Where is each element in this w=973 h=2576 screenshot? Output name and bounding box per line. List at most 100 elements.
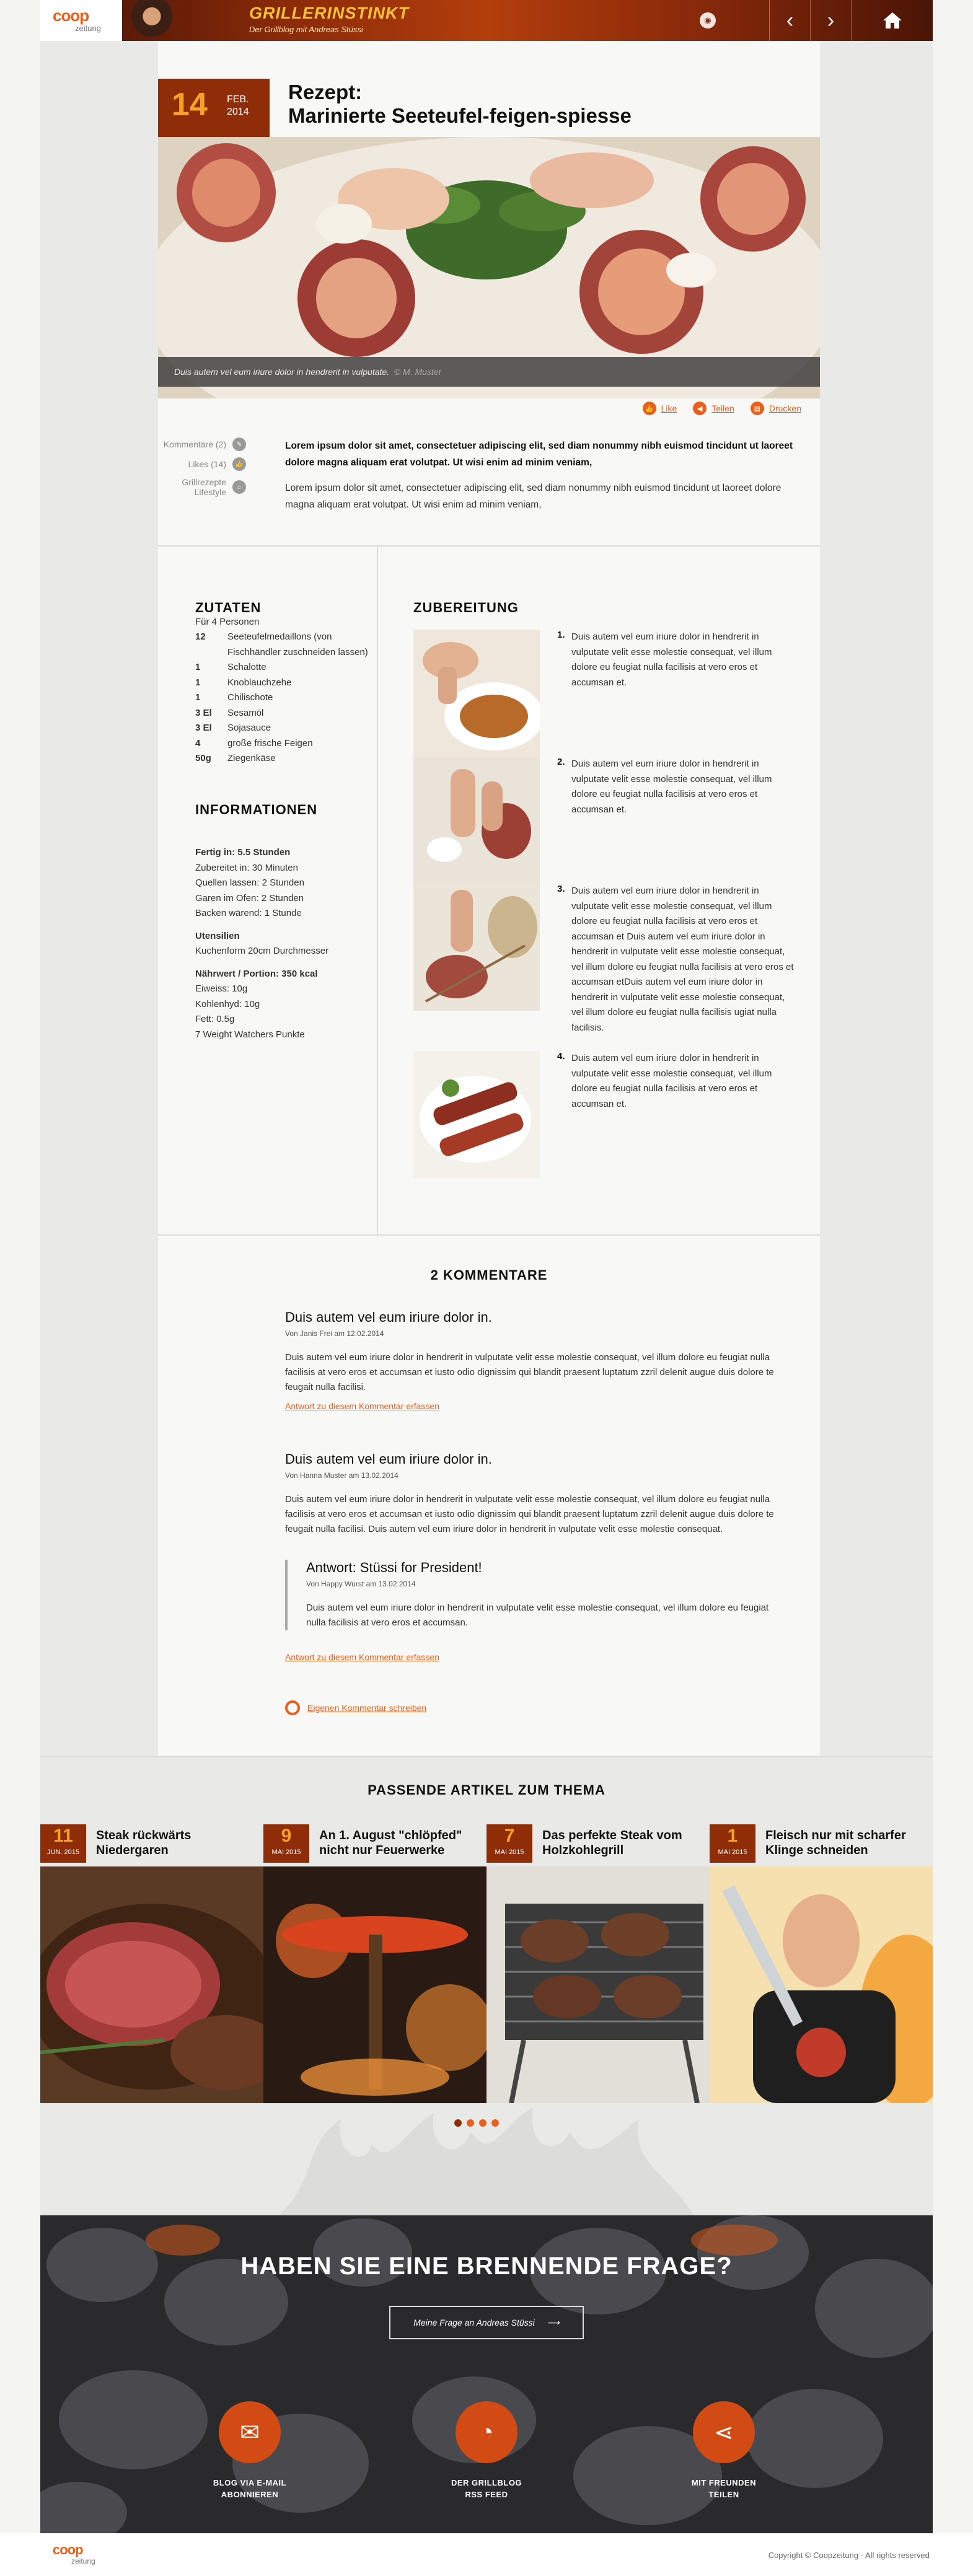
date-day: 14 (172, 87, 208, 123)
comment-author: Von Janis Frei am 12.02.2014 (285, 1329, 384, 1338)
home-button[interactable] (851, 0, 933, 41)
step-number: 4. (557, 1051, 565, 1062)
related-article[interactable]: 1 MAI 2015 Fleisch nur mit scharfer Kling… (710, 1824, 933, 2103)
servings: Für 4 Personen (195, 617, 260, 627)
step-image (413, 630, 540, 757)
nutrition-row: Fett: 0.5g (195, 1014, 235, 1024)
article-body: Lorem ipsum dolor sit amet, consectetuer… (285, 483, 781, 510)
write-comment-button[interactable]: Eigenen Kommentar schreiben (285, 1700, 426, 1715)
comment-reply: Antwort: Stüssi for President! Von Happy… (285, 1560, 781, 1630)
tools-text: Kuchenform 20cm Durchmesser (195, 946, 329, 956)
reply-author: Von Happy Wurst am 13.02.2014 (306, 1580, 416, 1588)
list-item: 3 El Sesamöl (195, 707, 264, 718)
related-article[interactable]: 7 MAI 2015 Das perfekte Steak vom Holzkoh… (486, 1824, 710, 2103)
blog-title[interactable]: GRILLERINSTINKT (249, 4, 409, 23)
step-text: Duis autem vel eum iriure dolor in hendr… (571, 758, 772, 815)
prev-button[interactable]: ‹ (769, 0, 810, 41)
related-date: 7 MAI 2015 (486, 1824, 532, 1863)
preparation-heading: ZUBEREITUNG (413, 600, 519, 615)
date-month-year: FEB. 2014 (227, 94, 249, 117)
subscribe-email-link[interactable]: ✉ BLOG VIA E-MAIL ABONNIEREN (188, 2401, 312, 2500)
comments-count-link[interactable]: Kommentare (2) ✎ (164, 437, 246, 451)
print-button[interactable]: ▤ Drucken (750, 402, 801, 415)
step-number: 3. (557, 884, 565, 894)
related-title[interactable]: Das perfekte Steak vom Holzkohlegrill (542, 1828, 710, 1858)
footer-logo[interactable]: coop (53, 2542, 84, 2558)
list-item: 4 große frische Feigen (195, 737, 313, 749)
divider (40, 1756, 933, 1757)
related-article[interactable]: 11 JUN. 2015 Steak rückwärts Niedergaren (40, 1824, 263, 2103)
circle-icon (285, 1700, 300, 1715)
article-actions: 👍 Like ◀ Teilen ▤ Drucken (642, 402, 801, 415)
arrow-right-icon: ⟶ (547, 2317, 560, 2328)
divider (158, 1234, 820, 1236)
flame-icon[interactable]: ◉ (700, 12, 716, 29)
list-item: 50g Ziegenkäse (195, 753, 276, 763)
likes-count[interactable]: Likes (14) 👍 (164, 457, 246, 471)
nutrition-row: Kohlenhyd: 10g (195, 998, 260, 1009)
question-section: HABEN SIE EINE BRENNENDE FRAGE? Meine Fr… (40, 2215, 933, 2533)
step-text: Duis autem vel eum iriure dolor in hendr… (571, 886, 794, 1033)
nutrition-row: 7 Weight Watchers Punkte (195, 1029, 305, 1040)
coop-logo[interactable]: coop zeitung (40, 0, 122, 41)
time-row: Quellen lassen: 2 Stunden (195, 877, 304, 888)
time-row: Backen wärend: 1 Stunde (195, 908, 302, 918)
mail-icon: ✉ (219, 2401, 281, 2463)
rss-feed-link[interactable]: ◔ DER GRILLBLOG RSS FEED (425, 2401, 548, 2500)
information-heading: INFORMATIONEN (195, 802, 318, 817)
reply-link[interactable]: Antwort zu diesem Kommentar erfassen (285, 1652, 439, 1662)
comment: Duis autem vel eum iriure dolor in. Von … (285, 1309, 781, 1411)
related-title[interactable]: Steak rückwärts Niedergaren (96, 1828, 263, 1858)
list-item: 3 El Sojasauce (195, 723, 271, 733)
related-image (263, 1866, 486, 2103)
related-image (40, 1866, 263, 2103)
list-item: 1 Knoblauchzehe (195, 677, 292, 688)
top-bar: coop zeitung GRILLERINSTINKT Der Grillbl… (0, 0, 973, 41)
thumbs-up-icon: 👍 (232, 457, 246, 471)
logo-subtext: zeitung (75, 24, 101, 33)
nutrition-heading: Nährwert / Portion: 350 kcal (195, 968, 318, 979)
category-tags[interactable]: Grillrezepte Lifestyle ⌂ (164, 477, 246, 497)
share-icon: ⋖ (693, 2401, 755, 2463)
home-icon (883, 12, 902, 29)
comment-text: Duis autem vel eum iriure dolor in hendr… (285, 1352, 774, 1392)
print-icon: ▤ (750, 402, 764, 415)
list-item: 1 Chilischote (195, 692, 273, 703)
footer-logo-subtext: zeitung (71, 2557, 95, 2565)
related-title[interactable]: An 1. August "chlöpfed" nicht nur Feuerw… (319, 1828, 486, 1858)
related-heading: PASSENDE ARTIKEL ZUM THEMA (368, 1782, 605, 1798)
share-friends-link[interactable]: ⋖ MIT FREUNDEN TEILEN (662, 2401, 786, 2500)
comment-text: Duis autem vel eum iriure dolor in hendr… (285, 1494, 774, 1534)
information-block: Fertig in: 5.5 Stunden Zubereitet in: 30… (195, 845, 369, 1042)
related-image (486, 1866, 710, 2103)
article-card: 14 FEB. 2014 Rezept: Marinierte Seeteufel-… (158, 41, 820, 1756)
time-row: Zubereitet in: 30 Minuten (195, 862, 298, 873)
step-number: 2. (557, 757, 565, 767)
article-meta: Kommentare (2) ✎ Likes (14) 👍 Grillrezepte… (164, 437, 246, 503)
step-image (413, 884, 540, 1011)
reply-link[interactable]: Antwort zu diesem Kommentar erfassen (285, 1401, 781, 1411)
chevron-left-icon: ‹ (786, 8, 794, 32)
related-title[interactable]: Fleisch nur mit scharfer Klinge schneide… (765, 1828, 933, 1858)
related-article[interactable]: 9 MAI 2015 An 1. August "chlöpfed" nicht … (263, 1824, 486, 2103)
article-lead: Lorem ipsum dolor sit amet, consectetuer… (285, 441, 793, 468)
total-time: Fertig in: 5.5 Stunden (195, 847, 291, 858)
comment-title: Duis autem vel eum iriure dolor in. (285, 1451, 492, 1467)
right-gutter (933, 0, 973, 2576)
comment-title: Duis autem vel eum iriure dolor in. (285, 1309, 492, 1325)
next-button[interactable]: › (810, 0, 851, 41)
reply-text: Duis autem vel eum iriure dolor in hendr… (306, 1602, 769, 1628)
rss-icon: ◔ (456, 2401, 517, 2463)
like-button[interactable]: 👍 Like (642, 402, 677, 415)
tools-heading: Utensilien (195, 930, 240, 941)
step-image (413, 1051, 540, 1178)
thumbs-up-icon: 👍 (642, 402, 656, 415)
ask-question-button[interactable]: Meine Frage an Andreas Stüssi ⟶ (389, 2306, 584, 2339)
chevron-right-icon: › (827, 8, 835, 32)
share-button[interactable]: ◀ Teilen (693, 402, 734, 415)
comments-heading: 2 KOMMENTARE (430, 1267, 548, 1283)
image-caption: Duis autem vel eum iriure dolor in hendr… (158, 357, 820, 387)
blog-banner: GRILLERINSTINKT Der Grillblog mit Andrea… (122, 0, 933, 41)
step-text: Duis autem vel eum iriure dolor in hendr… (571, 631, 772, 688)
related-image (710, 1866, 933, 2103)
